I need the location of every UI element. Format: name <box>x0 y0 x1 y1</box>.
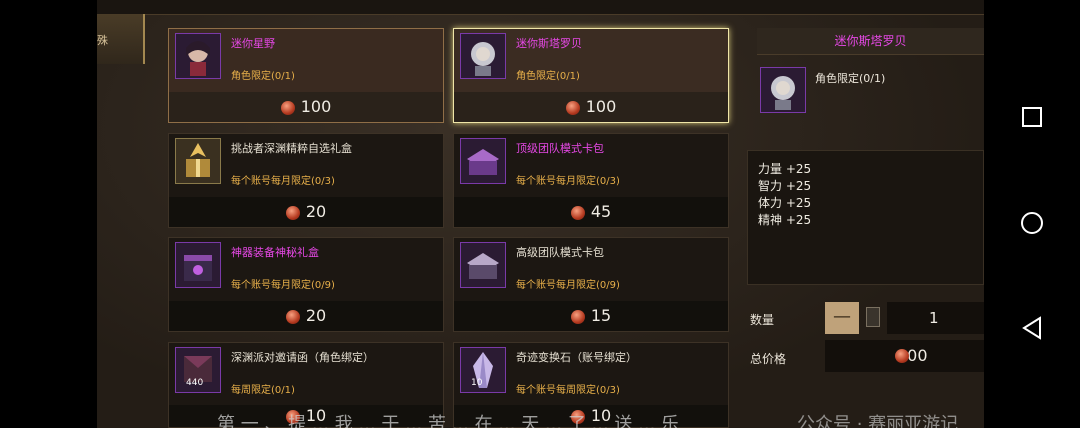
item-name: 顶级团队模式卡包 <box>516 142 604 155</box>
detail-item-icon <box>760 67 806 113</box>
shop-item-card[interactable]: 高级团队模式卡包 每个账号每月限定(0/9) 15 <box>453 237 729 332</box>
price-bar: 15 <box>454 301 728 331</box>
back-button-icon[interactable] <box>1014 310 1050 346</box>
mini-character-icon <box>175 33 221 79</box>
mini-character-icon <box>460 33 506 79</box>
price-row: 15 <box>454 301 728 331</box>
stat-vitality: 体力 +25 <box>758 196 812 210</box>
card-pack-icon <box>460 242 506 288</box>
shop-item-card[interactable]: 挑战者深渊精粹自选礼盒 每个账号每月限定(0/3) 20 <box>168 133 444 228</box>
item-limit: 角色限定(0/1) <box>231 71 295 82</box>
item-name: 奇迹变换石（账号绑定） <box>516 351 637 364</box>
item-name: 深渊派对邀请函（角色绑定） <box>231 351 374 364</box>
coin-icon <box>280 100 295 115</box>
stat-intelligence: 智力 +25 <box>758 179 812 193</box>
price-row: 20 <box>169 197 443 227</box>
coin-icon <box>570 205 585 220</box>
coin-icon <box>570 309 585 324</box>
mystery-box-icon <box>175 242 221 288</box>
coin-icon <box>285 309 300 324</box>
item-price: 20 <box>305 306 327 325</box>
quantity-input[interactable]: 1 <box>887 302 984 334</box>
item-price: 100 <box>585 97 617 116</box>
calculator-icon[interactable] <box>866 307 880 327</box>
item-limit: 每周限定(0/1) <box>231 385 295 396</box>
mall-window: 殊 迷你星野 角色限定(0/1) 100 迷你斯塔罗贝 角色限定(0/1) 10… <box>97 0 984 428</box>
top-bar <box>97 0 984 15</box>
item-name: 迷你星野 <box>231 37 275 50</box>
item-count: 10 <box>471 378 483 388</box>
price-bar: 100 <box>454 92 728 122</box>
price-row: 100 <box>169 92 443 122</box>
item-name: 迷你斯塔罗贝 <box>516 37 582 50</box>
invitation-icon: 440 <box>175 347 221 393</box>
price-bar: 100 <box>169 92 443 122</box>
detail-title: 迷你斯塔罗贝 <box>757 28 984 55</box>
item-name: 神器装备神秘礼盒 <box>231 246 319 259</box>
item-limit: 每个账号每月限定(0/9) <box>516 280 620 291</box>
coin-icon <box>895 349 909 363</box>
quantity-label: 数量 <box>750 313 775 327</box>
decrease-quantity-button[interactable]: — <box>825 302 859 334</box>
price-row: 45 <box>454 197 728 227</box>
watermark: 公众号 · 赛丽亚游记 <box>797 414 959 428</box>
item-count: 440 <box>186 378 204 388</box>
recents-button-icon[interactable] <box>1014 99 1050 135</box>
item-limit: 每个账号每月限定(0/3) <box>516 176 620 187</box>
coin-icon <box>565 100 580 115</box>
item-name: 挑战者深渊精粹自选礼盒 <box>231 142 352 155</box>
video-subtitle: 第 一 、 提 ... 我 ... 于 ... 苦 ... 在 ... 天 ..… <box>217 414 680 428</box>
home-button-icon[interactable] <box>1014 205 1050 241</box>
item-price: 15 <box>590 306 612 325</box>
item-limit: 每个账号每月限定(0/3) <box>231 176 335 187</box>
item-limit: 角色限定(0/1) <box>516 71 580 82</box>
price-row: 100 <box>454 92 728 122</box>
price-bar: 45 <box>454 197 728 227</box>
shop-item-card[interactable]: 顶级团队模式卡包 每个账号每月限定(0/3) 45 <box>453 133 729 228</box>
total-price-label: 总价格 <box>750 352 787 366</box>
coin-icon <box>285 205 300 220</box>
category-tab[interactable]: 殊 <box>97 14 145 64</box>
card-pack-icon <box>460 138 506 184</box>
item-limit: 每个账号每周限定(0/3) <box>516 385 620 396</box>
price-bar: 20 <box>169 197 443 227</box>
shop-item-card[interactable]: 神器装备神秘礼盒 每个账号每月限定(0/9) 20 <box>168 237 444 332</box>
detail-limit: 角色限定(0/1) <box>815 72 886 85</box>
item-price: 45 <box>590 202 612 221</box>
item-name: 高级团队模式卡包 <box>516 246 604 259</box>
item-price: 100 <box>300 97 332 116</box>
gift-box-icon <box>175 138 221 184</box>
android-nav-bar <box>984 0 1080 428</box>
crystal-icon: 10 <box>460 347 506 393</box>
shop-item-card-selected[interactable]: 迷你斯塔罗贝 角色限定(0/1) 100 <box>453 28 729 123</box>
screen-left-margin <box>0 0 97 428</box>
category-tab-label: 殊 <box>97 34 108 47</box>
shop-item-card[interactable]: 迷你星野 角色限定(0/1) 100 <box>168 28 444 123</box>
price-row: 20 <box>169 301 443 331</box>
item-price: 20 <box>305 202 327 221</box>
price-bar: 20 <box>169 301 443 331</box>
total-price-box: 100 <box>825 340 984 372</box>
stat-strength: 力量 +25 <box>758 162 812 176</box>
item-limit: 每个账号每月限定(0/9) <box>231 280 335 291</box>
stat-spirit: 精神 +25 <box>758 213 812 227</box>
stats-panel: 力量 +25 智力 +25 体力 +25 精神 +25 <box>747 150 984 285</box>
